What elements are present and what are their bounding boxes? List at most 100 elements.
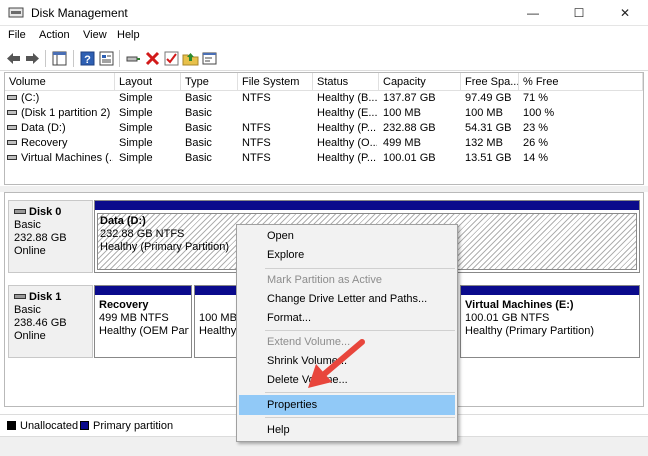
menu-separator: [265, 417, 455, 418]
disk-type: Basic: [14, 304, 41, 316]
column-header-layout[interactable]: Layout: [115, 73, 181, 91]
disk-1-label[interactable]: Disk 1 Basic 238.46 GB Online: [8, 285, 93, 358]
disk-state: Online: [14, 330, 46, 342]
volume-name-cell: (C:): [7, 91, 113, 106]
partition-body: Recovery 499 MB NTFS Healthy (OEM Parti: [97, 298, 189, 355]
disk-management-app-icon: [8, 7, 24, 18]
delete-icon[interactable]: [144, 50, 161, 67]
partition-body: 100 MB Healthy: [197, 298, 237, 355]
volume-row-recovery[interactable]: Recovery Simple Basic NTFS Healthy (O...…: [5, 136, 643, 151]
disk-type: Basic: [14, 219, 41, 231]
disk-size: 232.88 GB: [14, 232, 67, 244]
menu-item-change-drive-letter[interactable]: Change Drive Letter and Paths...: [239, 289, 455, 309]
layout-cell: Simple: [119, 122, 153, 134]
menu-bar: File Action View Help: [0, 26, 648, 46]
type-cell: Basic: [185, 152, 212, 164]
layout-cell: Simple: [119, 107, 153, 119]
type-cell: Basic: [185, 137, 212, 149]
partition-bar: [95, 201, 639, 210]
volume-name: Data (D:): [21, 122, 66, 134]
column-header-free-space[interactable]: Free Spa...: [461, 73, 519, 91]
disk-icon: [14, 293, 26, 299]
status-cell: Healthy (P...: [317, 152, 377, 164]
disk-0-label[interactable]: Disk 0 Basic 232.88 GB Online: [8, 200, 93, 273]
partition-bar: [461, 286, 639, 295]
status-cell: Healthy (E...: [317, 107, 377, 119]
free-space-cell: 13.51 GB: [465, 152, 512, 164]
layout-cell: Simple: [119, 92, 153, 104]
menu-item-mark-partition-active: Mark Partition as Active: [267, 274, 382, 286]
menu-item-format[interactable]: Format...: [239, 308, 455, 328]
partition-recovery[interactable]: Recovery 499 MB NTFS Healthy (OEM Parti: [94, 285, 192, 358]
menu-item-shrink-volume[interactable]: Shrink Volume...: [239, 351, 455, 371]
toolbar: ?: [0, 46, 648, 71]
free-space-cell: 54.31 GB: [465, 122, 512, 134]
partition-status: Healthy (Primary Partition): [465, 325, 594, 337]
menu-view[interactable]: View: [83, 29, 107, 41]
percent-free-cell: 100 %: [523, 107, 555, 119]
menu-item-explore[interactable]: Explore: [239, 245, 455, 265]
menu-file[interactable]: File: [8, 29, 26, 41]
column-header-percent-free[interactable]: % Free: [519, 73, 643, 91]
menu-help[interactable]: Help: [117, 29, 140, 41]
partition-virtual-machines[interactable]: Virtual Machines (E:) 100.01 GB NTFS Hea…: [460, 285, 640, 358]
column-header-file-system[interactable]: File System: [238, 73, 313, 91]
close-button[interactable]: ✕: [602, 0, 648, 26]
volume-row-virtual-machines[interactable]: Virtual Machines (... Simple Basic NTFS …: [5, 151, 643, 166]
partition-name: Recovery: [99, 299, 149, 311]
menu-item-delete-volume[interactable]: Delete Volume...: [239, 370, 455, 390]
partition-bar: [95, 286, 191, 295]
partition-body: Virtual Machines (E:) 100.01 GB NTFS Hea…: [463, 298, 637, 355]
partition-name: Virtual Machines (E:): [465, 299, 574, 311]
menu-item-open[interactable]: Open: [239, 226, 455, 246]
partition-status: Healthy (OEM Parti: [99, 325, 189, 337]
folder-up-icon[interactable]: [182, 50, 199, 67]
volume-row-disk1-partition2[interactable]: (Disk 1 partition 2) Simple Basic Health…: [5, 106, 643, 121]
legend-unallocated: Unallocated: [20, 420, 79, 432]
console-window-icon[interactable]: [201, 50, 218, 67]
layout-cell: Simple: [119, 137, 153, 149]
partition-efi[interactable]: 100 MB Healthy: [194, 285, 240, 358]
volume-list[interactable]: Volume Layout Type File System Status Ca…: [4, 72, 644, 185]
properties-icon[interactable]: [98, 50, 115, 67]
column-header-status[interactable]: Status: [313, 73, 379, 91]
drive-icon: [7, 94, 17, 100]
capacity-cell: 232.88 GB: [383, 122, 436, 134]
column-header-type[interactable]: Type: [181, 73, 238, 91]
window-title: Disk Management: [31, 6, 128, 20]
type-cell: Basic: [185, 107, 212, 119]
drive-icon: [7, 139, 17, 145]
menu-separator: [265, 330, 455, 331]
percent-free-cell: 23 %: [523, 122, 549, 134]
volume-row-c[interactable]: (C:) Simple Basic NTFS Healthy (B... 137…: [5, 91, 643, 106]
connect-icon[interactable]: [125, 50, 142, 67]
primary-partition-swatch: [80, 421, 89, 430]
console-tree-icon[interactable]: [51, 50, 68, 67]
help-icon[interactable]: ?: [79, 50, 96, 67]
percent-free-cell: 26 %: [523, 137, 549, 149]
menu-item-properties[interactable]: Properties: [239, 395, 455, 415]
capacity-cell: 137.87 GB: [383, 92, 436, 104]
forward-arrow-icon[interactable]: [24, 50, 41, 67]
toolbar-separator: [45, 50, 46, 67]
back-arrow-icon[interactable]: [5, 50, 22, 67]
menu-item-help[interactable]: Help: [239, 420, 455, 440]
column-header-capacity[interactable]: Capacity: [379, 73, 461, 91]
menu-separator: [265, 392, 455, 393]
column-header-volume[interactable]: Volume: [5, 73, 115, 91]
maximize-button[interactable]: ☐: [556, 0, 602, 26]
partition-size: 100.01 GB NTFS: [465, 312, 550, 324]
menu-action[interactable]: Action: [39, 29, 70, 41]
file-system-cell: NTFS: [242, 122, 271, 134]
volume-name-cell: Virtual Machines (...: [7, 151, 113, 166]
file-system-cell: NTFS: [242, 152, 271, 164]
title-bar: Disk Management — ☐ ✕: [0, 0, 648, 26]
volume-name-cell: Recovery: [7, 136, 113, 151]
file-system-cell: NTFS: [242, 137, 271, 149]
check-icon[interactable]: [163, 50, 180, 67]
volume-name: (Disk 1 partition 2): [21, 107, 111, 119]
minimize-button[interactable]: —: [510, 0, 556, 26]
volume-row-data-d[interactable]: Data (D:) Simple Basic NTFS Healthy (P..…: [5, 121, 643, 136]
context-menu: Open Explore Mark Partition as Active Ch…: [236, 224, 458, 442]
free-space-cell: 132 MB: [465, 137, 503, 149]
